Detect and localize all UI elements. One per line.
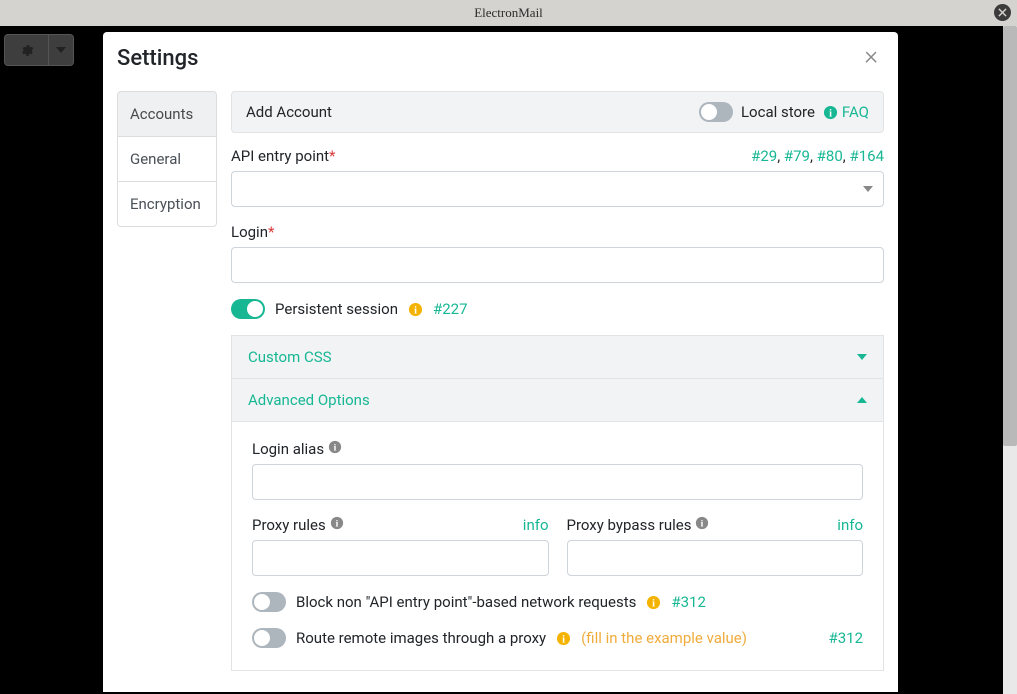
close-icon — [998, 8, 1007, 17]
route-images-toggle[interactable] — [252, 628, 286, 648]
modal-close-button[interactable]: × — [860, 46, 882, 66]
svg-text:i: i — [335, 519, 338, 530]
login-input[interactable] — [231, 247, 884, 283]
modal-title: Settings — [117, 46, 198, 71]
svg-text:i: i — [652, 598, 655, 609]
settings-content: Add Account Local store i FAQ — [231, 91, 884, 692]
add-account-header: Add Account Local store i FAQ — [231, 91, 884, 133]
info-icon: i — [328, 440, 342, 454]
proxy-rules-label: Proxy rules i — [252, 516, 344, 534]
advanced-options-accordion-header[interactable]: Advanced Options — [231, 379, 884, 422]
issue-link[interactable]: #164 — [849, 147, 884, 165]
info-icon: i — [330, 516, 344, 530]
local-store-label: Local store — [741, 103, 815, 121]
local-store-toggle[interactable] — [699, 102, 733, 122]
persistent-issue-link[interactable]: #227 — [433, 300, 468, 318]
nav-item-encryption[interactable]: Encryption — [117, 181, 217, 227]
proxy-bypass-label: Proxy bypass rules i — [567, 516, 710, 534]
chevron-up-icon — [857, 397, 867, 403]
scrollbar-thumb[interactable] — [1003, 26, 1017, 446]
app-sidebar — [0, 26, 103, 694]
proxy-bypass-info-link[interactable]: info — [837, 516, 863, 534]
window-close-button[interactable] — [994, 4, 1011, 21]
settings-button[interactable] — [5, 35, 49, 65]
gear-icon — [19, 43, 34, 58]
svg-text:i: i — [829, 108, 832, 119]
block-non-api-toggle[interactable] — [252, 592, 286, 612]
persistent-session-toggle[interactable] — [231, 299, 265, 319]
chevron-down-icon — [857, 354, 867, 360]
info-icon: i — [695, 516, 709, 530]
api-entry-label: API entry point* — [231, 147, 336, 165]
block-non-api-label: Block non "API entry point"-based networ… — [296, 593, 636, 611]
info-icon: i — [646, 595, 661, 610]
window-titlebar: ElectronMail — [0, 0, 1017, 26]
chevron-down-icon — [56, 47, 66, 53]
api-entry-select[interactable] — [231, 171, 884, 207]
issue-link[interactable]: #79 — [784, 147, 810, 165]
svg-text:i: i — [414, 305, 417, 316]
window-title: ElectronMail — [474, 5, 543, 21]
route-images-issue-link[interactable]: #312 — [828, 629, 863, 647]
chevron-down-icon — [863, 186, 873, 192]
login-label: Login* — [231, 223, 274, 241]
issue-link[interactable]: #80 — [817, 147, 843, 165]
persistent-session-label: Persistent session — [275, 300, 398, 318]
advanced-options-body: Login alias i Pro — [231, 422, 884, 671]
info-icon: i — [408, 302, 423, 317]
svg-text:i: i — [701, 519, 704, 530]
issue-link[interactable]: #29 — [751, 147, 777, 165]
svg-text:i: i — [562, 634, 565, 645]
nav-item-general[interactable]: General — [117, 136, 217, 182]
proxy-rules-input[interactable] — [252, 540, 549, 576]
settings-dropdown-trigger[interactable] — [49, 35, 73, 65]
add-account-title: Add Account — [246, 103, 332, 121]
info-icon: i — [823, 105, 838, 120]
login-alias-label: Login alias i — [252, 440, 342, 458]
api-entry-issue-links: #29, #79, #80, #164 — [751, 147, 884, 165]
block-non-api-issue-link[interactable]: #312 — [671, 593, 706, 611]
proxy-rules-info-link[interactable]: info — [523, 516, 549, 534]
settings-split-button[interactable] — [4, 34, 74, 66]
settings-modal: Settings × Accounts General Encryption A… — [103, 32, 898, 692]
custom-css-accordion-header[interactable]: Custom CSS — [231, 335, 884, 379]
settings-nav: Accounts General Encryption — [117, 91, 217, 692]
svg-text:i: i — [333, 443, 336, 454]
proxy-bypass-input[interactable] — [567, 540, 864, 576]
info-icon: i — [556, 631, 571, 646]
vertical-scrollbar[interactable] — [1003, 26, 1017, 694]
login-alias-input[interactable] — [252, 464, 863, 500]
nav-item-accounts[interactable]: Accounts — [117, 91, 217, 137]
route-images-label: Route remote images through a proxy — [296, 629, 546, 647]
route-images-hint: (fill in the example value) — [581, 629, 747, 647]
faq-link[interactable]: i FAQ — [823, 103, 869, 121]
